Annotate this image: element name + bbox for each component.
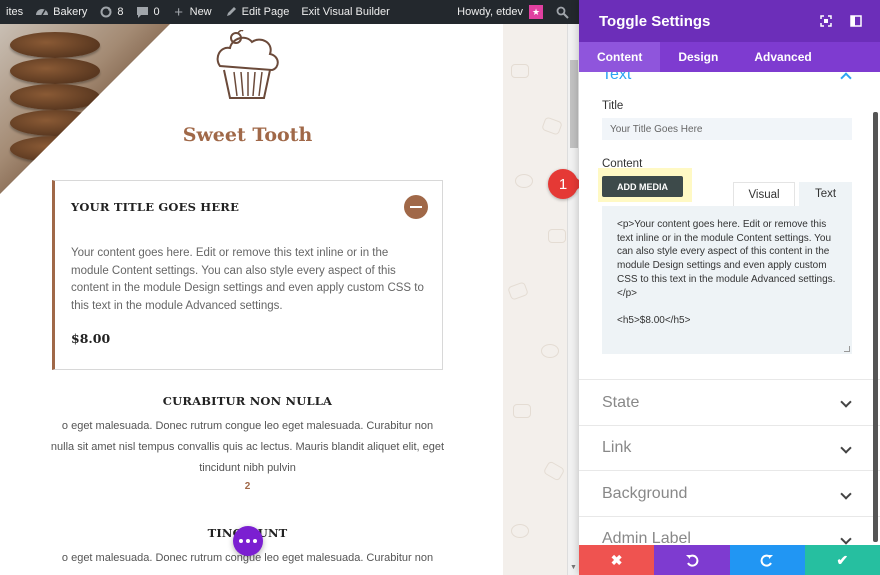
dot-icon: [239, 539, 243, 543]
chevron-down-icon[interactable]: [840, 396, 852, 408]
chevron-down-icon[interactable]: [840, 533, 852, 545]
cookie-stack-image: [0, 24, 170, 194]
admin-updates-link[interactable]: 8: [93, 0, 129, 24]
toggle-title[interactable]: YOUR TITLE GOES HERE: [71, 200, 239, 214]
dot-icon: [246, 539, 250, 543]
menu-item-title: CURABITUR NON NULLA: [162, 394, 333, 408]
close-icon: ✖: [610, 551, 623, 568]
discard-button[interactable]: ✖: [579, 545, 655, 575]
section-text-header[interactable]: Text: [602, 72, 631, 84]
checkmark-icon: ✔: [836, 551, 849, 568]
panel-title: Toggle Settings: [599, 13, 711, 30]
admin-howdy-label: Howdy, etdev: [457, 6, 523, 18]
pattern-shape: [507, 281, 529, 301]
section-divider: [579, 425, 880, 426]
cookie-shape: [10, 58, 100, 84]
menu-item-number: 2: [244, 481, 251, 492]
undo-icon: [685, 554, 699, 567]
admin-search-button[interactable]: [549, 0, 579, 24]
admin-exit-builder-link[interactable]: Exit Visual Builder: [295, 0, 395, 24]
dot-icon: [253, 539, 257, 543]
admin-site-name: Bakery: [53, 6, 88, 18]
page-scrollbar[interactable]: ▼: [567, 24, 579, 575]
admin-account-area: Howdy, etdev ★: [451, 0, 579, 24]
section-state-header[interactable]: State: [602, 394, 639, 412]
toggle-module[interactable]: YOUR TITLE GOES HERE Your content goes h…: [52, 180, 443, 370]
admin-exit-builder-label: Exit Visual Builder: [301, 6, 390, 18]
toggle-price[interactable]: $8.00: [71, 331, 110, 346]
content-code-editor[interactable]: <p>Your content goes here. Edit or remov…: [602, 206, 852, 354]
admin-new-link[interactable]: + New: [166, 0, 218, 24]
resize-handle-icon[interactable]: [844, 346, 850, 352]
search-icon: [555, 5, 569, 19]
pattern-shape: [541, 116, 563, 136]
pattern-shape: [542, 460, 566, 482]
title-input[interactable]: [602, 118, 852, 140]
dashboard-icon: [35, 5, 49, 19]
pattern-shape: [513, 404, 531, 418]
section-link-header[interactable]: Link: [602, 439, 631, 457]
minus-icon: [410, 206, 422, 208]
admin-account-link[interactable]: Howdy, etdev ★: [451, 0, 549, 24]
redo-icon: [760, 554, 774, 567]
menu-item-text: o eget malesuada. Donec rutrum congue le…: [50, 420, 445, 474]
pattern-shape: [541, 344, 559, 358]
cookie-shape: [10, 84, 100, 110]
brand-title: Sweet Tooth: [182, 124, 313, 146]
redo-button[interactable]: [729, 545, 805, 575]
admin-sites-link[interactable]: ites: [0, 0, 29, 24]
pattern-shape: [511, 64, 529, 78]
section-background-header[interactable]: Background: [602, 485, 687, 503]
scroll-down-arrow-icon[interactable]: ▼: [570, 564, 577, 571]
admin-comments-count: 0: [153, 6, 160, 18]
admin-edit-page-label: Edit Page: [241, 6, 290, 18]
panel-scrollbar[interactable]: [873, 112, 878, 542]
page-scrollbar-thumb[interactable]: [570, 60, 578, 148]
tab-design[interactable]: Design: [660, 42, 736, 72]
panel-body: Text Title Content ADD MEDIA Visual Text…: [579, 72, 880, 545]
admin-comments-link[interactable]: 0: [130, 0, 166, 24]
refresh-icon: [99, 5, 113, 19]
panel-tabs: Content Design Advanced: [579, 42, 880, 72]
tab-content[interactable]: Content: [579, 42, 661, 72]
plus-icon: +: [174, 3, 183, 21]
section-admin-label-header[interactable]: Admin Label: [602, 530, 691, 545]
avatar: ★: [529, 5, 543, 19]
section-divider: [579, 470, 880, 471]
admin-new-label: New: [189, 6, 212, 18]
panel-footer: ✖ ✔: [579, 545, 880, 575]
cookie-shape: [10, 32, 100, 58]
undo-button[interactable]: [654, 545, 730, 575]
pattern-shape: [511, 524, 529, 538]
panel-header: Toggle Settings: [579, 0, 880, 42]
section-divider: [579, 516, 880, 517]
chevron-down-icon[interactable]: [840, 442, 852, 454]
section-divider: [579, 379, 880, 380]
admin-sites-label: ites: [6, 6, 24, 18]
editor-tab-visual[interactable]: Visual: [733, 182, 795, 206]
pencil-icon: [224, 5, 238, 19]
chevron-down-icon[interactable]: [840, 488, 852, 500]
editor-tab-text[interactable]: Text: [799, 182, 852, 206]
tab-advanced[interactable]: Advanced: [736, 42, 829, 72]
builder-options-button[interactable]: [233, 526, 263, 556]
admin-updates-count: 8: [117, 6, 124, 18]
collapse-toggle-button[interactable]: [404, 195, 428, 219]
admin-edit-page-link[interactable]: Edit Page: [218, 0, 296, 24]
admin-bar: ites Bakery 8 0 + New Edit Page Exit Vis…: [0, 0, 579, 24]
comment-icon: [136, 5, 150, 19]
fullscreen-icon[interactable]: [819, 14, 833, 28]
settings-panel: Toggle Settings Content Design Advanced …: [579, 0, 880, 575]
pattern-shape: [515, 174, 533, 188]
chevron-up-icon[interactable]: [840, 72, 852, 84]
dock-panel-icon[interactable]: [849, 14, 863, 28]
toggle-content[interactable]: Your content goes here. Edit or remove t…: [71, 245, 426, 315]
save-button[interactable]: ✔: [804, 545, 880, 575]
title-field-label: Title: [602, 100, 624, 112]
add-media-button[interactable]: ADD MEDIA: [602, 176, 683, 197]
pattern-shape: [548, 229, 566, 243]
muffin-logo: [216, 30, 279, 99]
page-preview: Sweet Tooth YOUR TITLE GOES HERE Your co…: [0, 24, 503, 575]
admin-site-name-link[interactable]: Bakery: [29, 0, 93, 24]
